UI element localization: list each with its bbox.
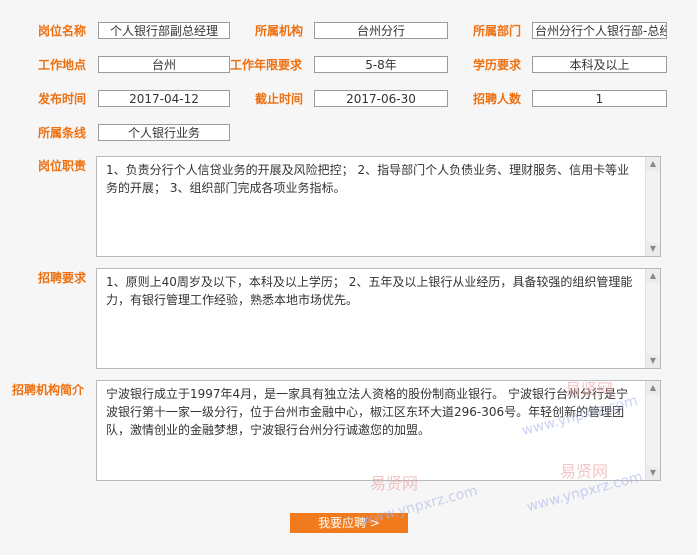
label-business-line: 所属条线 [38,126,87,140]
scroll-down-icon[interactable]: ▼ [646,466,660,480]
department-field[interactable]: 台州分行个人银行部-总经 [532,22,667,39]
label-publish-date: 发布时间 [38,92,87,106]
requirements-scrollbar[interactable]: ▲ ▼ [645,269,660,368]
experience-field[interactable]: 5-8年 [314,56,448,73]
label-institution: 所属机构 [255,24,304,38]
publish-date-field[interactable]: 2017-04-12 [98,90,230,107]
intro-scrollbar[interactable]: ▲ ▼ [645,381,660,480]
intro-textarea[interactable]: 宁波银行成立于1997年4月，是一家具有独立法人资格的股份制商业银行。 宁波银行… [96,380,661,481]
scroll-up-icon[interactable]: ▲ [646,157,660,171]
headcount-field[interactable]: 1 [532,90,667,107]
label-headcount: 招聘人数 [473,92,522,106]
scroll-down-icon[interactable]: ▼ [646,354,660,368]
intro-text: 宁波银行成立于1997年4月，是一家具有独立法人资格的股份制商业银行。 宁波银行… [106,387,628,437]
scroll-down-icon[interactable]: ▼ [646,242,660,256]
label-education: 学历要求 [473,58,522,72]
duties-textarea[interactable]: 1、负责分行个人信贷业务的开展及风险把控； 2、指导部门个人负债业务、理财服务、… [96,156,661,257]
label-duties: 岗位职责 [38,159,87,173]
requirements-textarea[interactable]: 1、原则上40周岁及以下，本科及以上学历； 2、五年及以上银行从业经历，具备较强… [96,268,661,369]
label-requirements: 招聘要求 [38,271,87,285]
label-intro: 招聘机构简介 [12,383,85,397]
label-experience: 工作年限要求 [230,58,303,72]
position-name-field[interactable]: 个人银行部副总经理 [98,22,230,39]
location-field[interactable]: 台州 [98,56,230,73]
apply-button[interactable]: 我要应聘 > [290,513,408,533]
label-department: 所属部门 [473,24,522,38]
education-field[interactable]: 本科及以上 [532,56,667,73]
business-line-field[interactable]: 个人银行业务 [98,124,230,141]
label-location: 工作地点 [38,58,87,72]
duties-text: 1、负责分行个人信贷业务的开展及风险把控； 2、指导部门个人负债业务、理财服务、… [106,163,630,195]
requirements-text: 1、原则上40周岁及以下，本科及以上学历； 2、五年及以上银行从业经历，具备较强… [106,275,633,307]
scroll-up-icon[interactable]: ▲ [646,381,660,395]
scroll-up-icon[interactable]: ▲ [646,269,660,283]
institution-field[interactable]: 台州分行 [314,22,448,39]
duties-scrollbar[interactable]: ▲ ▼ [645,157,660,256]
label-position-name: 岗位名称 [38,24,87,38]
label-deadline: 截止时间 [255,92,304,106]
deadline-field[interactable]: 2017-06-30 [314,90,448,107]
